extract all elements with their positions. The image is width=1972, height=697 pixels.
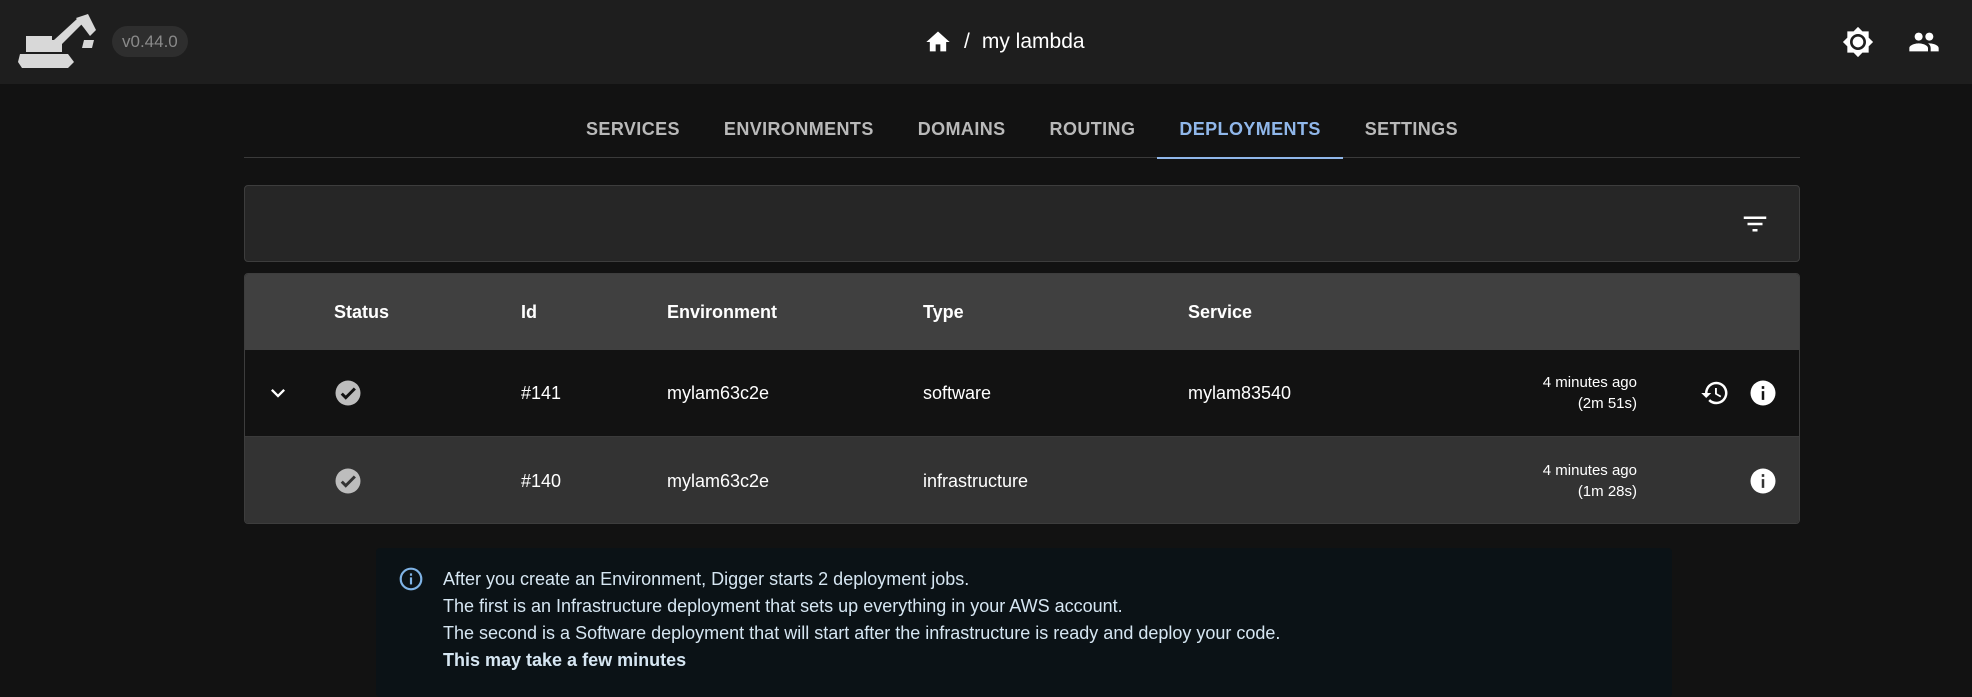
digger-logo-icon[interactable] — [18, 14, 98, 68]
table-row[interactable]: #140 mylam63c2e infrastructure 4 minutes… — [245, 437, 1799, 523]
tab-services[interactable]: SERVICES — [564, 100, 702, 158]
info-line-2: The first is an Infrastructure deploymen… — [443, 596, 1123, 616]
deployment-time: 4 minutes ago (1m 28s) — [1542, 437, 1637, 523]
history-restore-icon[interactable] — [1698, 350, 1732, 436]
deployment-time-ago: 4 minutes ago — [1542, 462, 1637, 479]
deployment-type: infrastructure — [923, 470, 1029, 491]
filter-toolbar — [244, 185, 1800, 262]
column-header-status[interactable]: Status — [334, 274, 389, 350]
home-icon[interactable] — [924, 28, 952, 56]
deployments-table: Status Id Environment Type Service #141 … — [244, 273, 1800, 524]
info-line-3: The second is a Software deployment that… — [443, 623, 1281, 643]
filter-icon[interactable] — [1739, 208, 1771, 240]
deployment-service: mylam83540 — [1188, 382, 1292, 403]
top-app-bar: v0.44.0 / my lambda — [0, 0, 1972, 84]
tab-routing[interactable]: ROUTING — [1028, 100, 1158, 158]
table-header: Status Id Environment Type Service — [245, 274, 1799, 350]
info-message: After you create an Environment, Digger … — [443, 566, 1280, 674]
deployment-type: software — [923, 382, 992, 403]
column-header-type[interactable]: Type — [923, 274, 964, 350]
deployment-duration: (1m 28s) — [1577, 483, 1637, 500]
column-header-service[interactable]: Service — [1188, 274, 1252, 350]
deployment-id: #141 — [521, 382, 562, 403]
column-header-id[interactable]: Id — [521, 274, 537, 350]
info-icon[interactable] — [1746, 350, 1780, 436]
deployment-info-alert: After you create an Environment, Digger … — [376, 548, 1672, 697]
info-line-4: This may take a few minutes — [443, 650, 687, 670]
breadcrumb-separator: / — [964, 30, 970, 53]
project-tabs: SERVICES ENVIRONMENTS DOMAINS ROUTING DE… — [244, 100, 1800, 159]
deployment-environment: mylam63c2e — [667, 382, 770, 403]
theme-toggle-brightness-icon[interactable] — [1840, 24, 1876, 60]
deployment-duration: (2m 51s) — [1577, 395, 1637, 412]
status-success-icon — [331, 350, 365, 436]
tab-deployments[interactable]: DEPLOYMENTS — [1157, 100, 1344, 159]
column-header-environment[interactable]: Environment — [667, 274, 777, 350]
info-icon[interactable] — [1746, 437, 1780, 523]
breadcrumb-project[interactable]: my lambda — [982, 30, 1085, 54]
deployment-id: #140 — [521, 470, 562, 491]
deployment-time: 4 minutes ago (2m 51s) — [1543, 350, 1637, 436]
breadcrumb: / my lambda — [924, 22, 1085, 62]
deployment-environment: mylam63c2e — [667, 470, 770, 491]
version-badge: v0.44.0 — [112, 26, 188, 57]
info-line-1: After you create an Environment, Digger … — [443, 569, 970, 589]
table-row[interactable]: #141 mylam63c2e software mylam83540 4 mi… — [245, 350, 1799, 437]
tab-settings[interactable]: SETTINGS — [1343, 100, 1480, 158]
tab-environments[interactable]: ENVIRONMENTS — [702, 100, 896, 158]
deployment-time-ago: 4 minutes ago — [1542, 374, 1637, 391]
tab-domains[interactable]: DOMAINS — [896, 100, 1028, 158]
info-outline-icon — [398, 566, 424, 592]
status-success-icon — [331, 437, 365, 523]
users-icon[interactable] — [1906, 24, 1942, 60]
chevron-down-icon[interactable] — [261, 350, 295, 436]
